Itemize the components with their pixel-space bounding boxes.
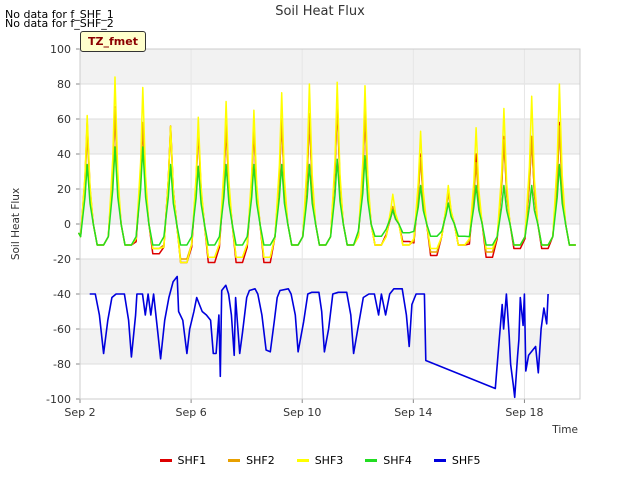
site-badge: TZ_fmet [80,31,146,52]
x-tick-label: Sep 6 [175,406,206,419]
plot-band [80,84,580,119]
legend-swatch [228,459,241,462]
plot-band [80,364,580,399]
legend-item-shf5: SHF5 [433,454,481,467]
y-tick-label: -20 [53,253,71,266]
x-tick-label: Sep 14 [394,406,432,419]
legend-label: SHF4 [383,454,412,467]
y-tick-label: 100 [50,43,71,56]
y-tick-label: 80 [57,78,71,91]
y-tick-label: -60 [53,323,71,336]
legend-label: SHF5 [451,454,481,467]
soil-heat-flux-chart: Soil Heat Flux Soil Heat Flux Time -100 -… [10,4,581,436]
x-tick-label: Sep 18 [505,406,543,419]
legend-label: SHF3 [314,454,344,467]
x-tick-label: Sep 2 [64,406,95,419]
y-tick-label: -100 [46,393,71,406]
y-axis-label: Soil Heat Flux [10,188,22,260]
legend-swatch [296,459,309,462]
chart-title: Soil Heat Flux [275,4,365,19]
legend-swatch [433,459,446,462]
y-tick-label: -40 [53,288,71,301]
y-tick-label: 40 [57,148,71,161]
chart-legend: SHF1 SHF2 SHF3 SHF4 SHF5 [0,454,640,467]
legend-item-shf1: SHF1 [159,454,207,467]
no-data-message-2: No data for f_SHF_2 [5,17,114,30]
legend-item-shf3: SHF3 [296,454,344,467]
y-tick-label: 60 [57,113,71,126]
x-tick-label: Sep 10 [283,406,321,419]
x-axis-label: Time [551,424,578,436]
plot-band [80,259,580,294]
legend-label: SHF1 [177,454,207,467]
plot-band [80,49,580,84]
legend-swatch [159,459,172,462]
legend-swatch [365,459,378,462]
legend-item-shf4: SHF4 [365,454,412,467]
plot-band [80,329,580,364]
legend-label: SHF2 [246,454,275,467]
y-tick-label: 0 [64,218,71,231]
y-tick-label: 20 [57,183,71,196]
y-tick-label: -80 [53,358,71,371]
legend-item-shf2: SHF2 [228,454,275,467]
